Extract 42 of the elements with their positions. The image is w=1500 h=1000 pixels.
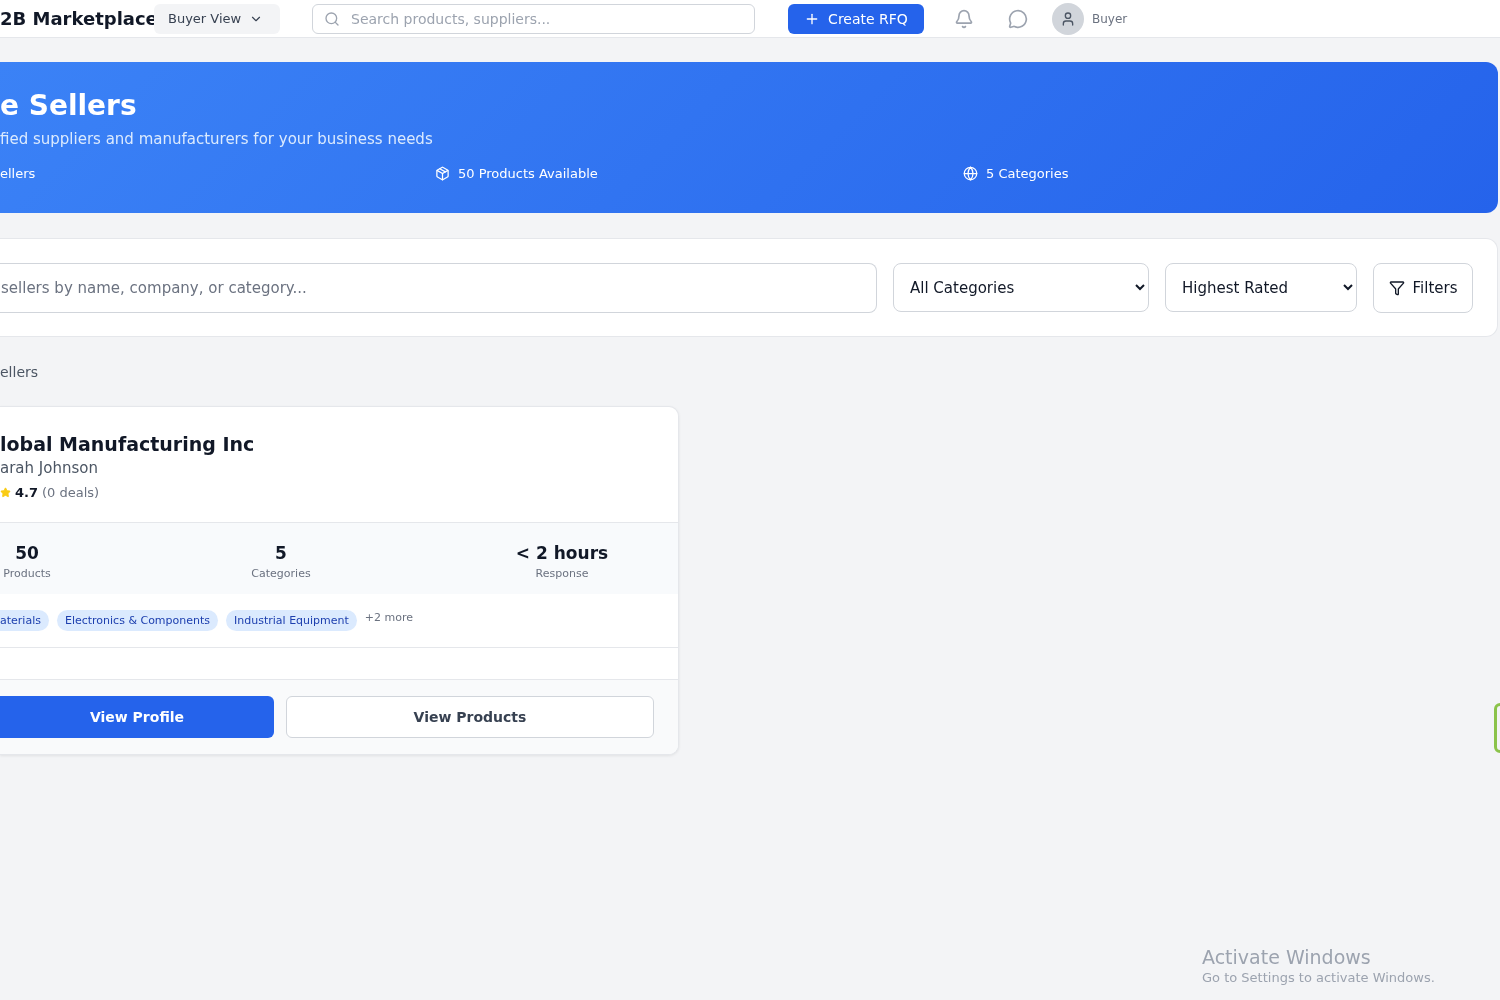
rating-score: 4.7	[15, 485, 39, 500]
user-role: Buyer	[1092, 11, 1128, 26]
bell-icon	[954, 8, 974, 29]
create-rfq-button[interactable]: Create RFQ	[788, 3, 924, 34]
filters-button[interactable]: Filters	[1373, 262, 1473, 313]
user-icon	[1060, 10, 1076, 27]
stat-value: 50	[15, 543, 39, 563]
category-tag: Industrial Equipment	[226, 610, 357, 631]
activation-text: Go to Settings to activate Windows.	[1202, 970, 1435, 985]
view-profile-button[interactable]: View Profile	[0, 696, 274, 738]
hero-stat: ellers	[0, 166, 36, 181]
deal-count: (0 deals)	[42, 485, 100, 500]
chat-icon	[1008, 8, 1028, 29]
category-tag: Electronics & Components	[56, 610, 219, 631]
seller-name: lobal Manufacturing Inc	[0, 433, 255, 455]
hero-stat: 50 Products Available	[458, 166, 598, 181]
filter-icon	[1388, 279, 1405, 296]
hero-title: e Sellers	[0, 88, 137, 124]
hero-subtitle: fied suppliers and manufacturers for your business needs	[0, 130, 433, 148]
star-icon	[0, 487, 11, 498]
stat-label: Response	[535, 567, 589, 580]
stat-value: 5	[275, 543, 287, 563]
stat-value: < 2 hours	[515, 543, 609, 563]
sort-select[interactable]: All Categories	[893, 263, 1149, 312]
activation-title: Activate Windows	[1202, 946, 1372, 968]
globe-icon	[963, 166, 978, 181]
search-field[interactable]: Search products, suppliers...	[312, 3, 755, 34]
sort-select[interactable]: Highest Rated	[1165, 263, 1357, 312]
hero-stat: 5 Categories	[986, 166, 1069, 181]
stat-label: Products	[3, 567, 51, 580]
stat-label: Categories	[251, 567, 311, 580]
logo-text: 2B Marketplace	[0, 8, 152, 29]
category-tag: aterials	[0, 610, 49, 631]
results-count: ellers	[0, 364, 40, 380]
view-products-button[interactable]: View Products	[286, 696, 654, 738]
more-tags: +2 more	[364, 611, 414, 624]
search-icon	[324, 10, 340, 27]
seller-search-field[interactable]: sellers by name, company, or category...	[0, 262, 877, 313]
user-avatar[interactable]	[1052, 2, 1084, 35]
view-switch[interactable]: Buyer View	[154, 3, 280, 34]
contact-name: arah Johnson	[0, 459, 98, 477]
package-icon	[435, 166, 450, 181]
